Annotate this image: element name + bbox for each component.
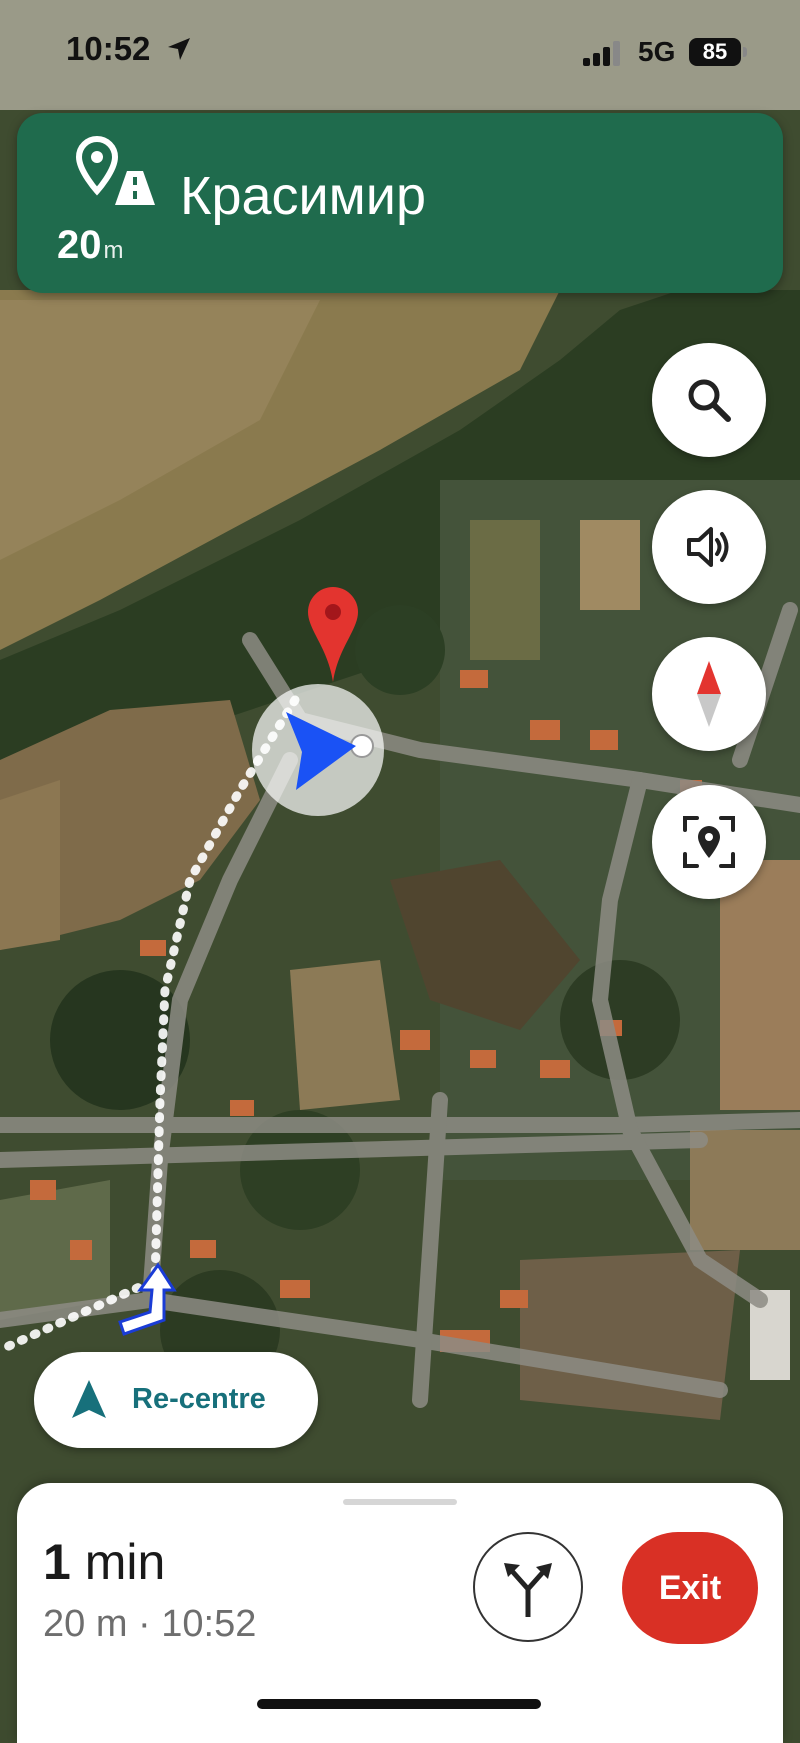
clock: 10:52 [66,30,151,67]
recentre-button[interactable]: Re-centre [34,1352,318,1448]
current-location-puck [252,684,384,816]
route-fork-icon [504,1563,552,1617]
trip-details: 20 m · 10:52 [43,1603,257,1645]
navigation-banner[interactable]: 20m Красимир [17,113,783,293]
eta-unit: min [84,1534,166,1590]
location-arrow-icon [168,38,190,60]
network-type: 5G [638,36,676,67]
battery-indicator: 85 [689,38,747,66]
home-indicator[interactable] [257,1699,541,1709]
speaker-icon [687,527,729,567]
distance-value: 20 [57,223,102,267]
sound-button[interactable] [652,490,766,604]
report-location-button[interactable] [652,785,766,899]
recentre-label: Re-centre [132,1383,266,1415]
navigation-arrow-icon [72,1380,106,1418]
sheet-drag-handle[interactable] [343,1499,457,1505]
destination-road-icon [75,135,155,205]
distance-unit: m [103,237,124,264]
eta-duration: 1 min [43,1533,165,1591]
alternate-routes-button[interactable] [473,1532,583,1642]
report-location-icon [683,816,735,868]
search-icon [688,379,731,422]
search-button[interactable] [652,343,766,457]
exit-button[interactable]: Exit [622,1532,758,1644]
eta-value: 1 [43,1534,71,1590]
destination-street: Красимир [180,166,427,226]
compass-icon [697,661,721,727]
status-bar: 10:52 5G 85 [0,0,800,100]
distance-to-turn: 20m [57,223,124,268]
compass-button[interactable] [652,637,766,751]
trip-summary-sheet[interactable]: 1 min 20 m · 10:52 Exit [17,1483,783,1743]
signal-icon [583,41,620,66]
